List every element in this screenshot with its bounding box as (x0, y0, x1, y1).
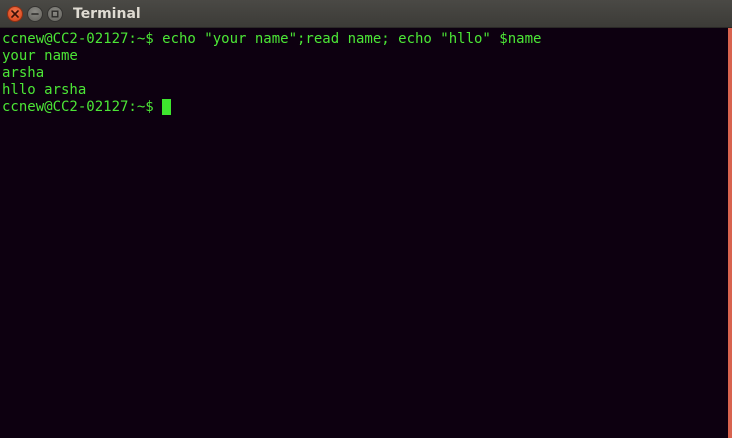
command-line: ccnew@CC2-02127:~$ echo "your name";read… (2, 31, 542, 47)
maximize-button[interactable] (47, 6, 63, 22)
prompt-line[interactable]: ccnew@CC2-02127:~$ (2, 99, 172, 116)
window-right-edge (728, 28, 732, 438)
close-icon (11, 10, 19, 18)
close-button[interactable] (7, 6, 23, 22)
minimize-icon (31, 13, 39, 15)
output-line: hllo arsha (2, 82, 87, 98)
title-bar[interactable]: Terminal (0, 0, 732, 28)
prompt: ccnew@CC2-02127:~$ (2, 99, 163, 115)
output-line: your name (2, 48, 78, 64)
terminal-window: Terminal ccnew@CC2-02127:~$ echo "your n… (0, 0, 732, 438)
input-line: arsha (2, 65, 45, 81)
window-title: Terminal (73, 6, 141, 22)
text-cursor (162, 99, 172, 115)
minimize-button[interactable] (27, 6, 43, 22)
maximize-icon (51, 10, 59, 18)
terminal-output[interactable]: ccnew@CC2-02127:~$ echo "your name";read… (0, 28, 728, 438)
